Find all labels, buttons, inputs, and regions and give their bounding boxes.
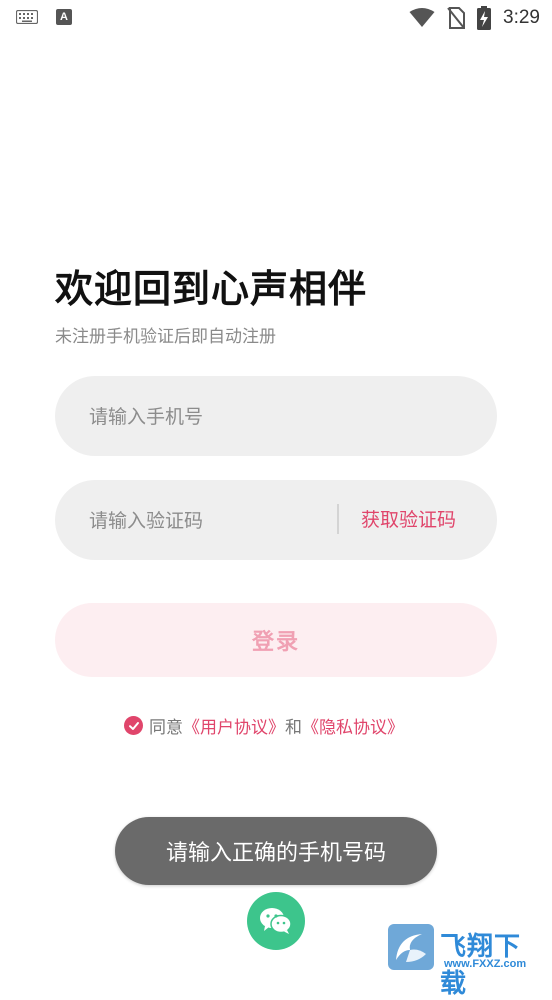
agree-and: 和 [285, 718, 302, 738]
phone-field[interactable] [55, 376, 497, 458]
status-bar: A 3:29 [0, 0, 552, 38]
watermark: 飞翔下载 www.FXXZ.com [388, 924, 544, 999]
code-divider [337, 504, 339, 534]
check-icon [128, 721, 139, 730]
no-sim-icon [447, 7, 466, 29]
code-input[interactable] [87, 480, 351, 562]
watermark-url: www.FXXZ.com [444, 958, 527, 970]
login-button[interactable]: 登录 [55, 603, 497, 677]
battery-charging-icon [477, 6, 492, 30]
wechat-login-button[interactable] [247, 892, 305, 950]
privacy-agreement-link[interactable]: 《隐私协议》 [302, 713, 404, 738]
watermark-swirl-icon [396, 934, 426, 962]
get-code-button[interactable]: 获取验证码 [361, 480, 456, 560]
keyboard-icon [16, 10, 38, 24]
agreement-row: 同意 《用户协议》 和 《隐私协议》 [124, 713, 404, 738]
font-a-icon: A [56, 9, 72, 25]
wifi-icon [409, 8, 435, 27]
code-field[interactable]: 获取验证码 [55, 480, 497, 562]
page-title: 欢迎回到心声相伴 [55, 267, 368, 311]
wechat-icon [260, 908, 292, 934]
agree-checkbox[interactable] [124, 716, 143, 735]
watermark-logo [388, 924, 434, 970]
page-subtitle: 未注册手机验证后即自动注册 [55, 327, 276, 347]
user-agreement-link[interactable]: 《用户协议》 [183, 713, 285, 738]
status-bar-left: A [16, 9, 72, 25]
agree-prefix: 同意 [149, 718, 183, 738]
phone-input[interactable] [87, 376, 351, 458]
status-bar-right: 3:29 [409, 6, 540, 30]
status-time: 3:29 [503, 7, 540, 28]
toast-message: 请输入正确的手机号码 [115, 817, 437, 885]
